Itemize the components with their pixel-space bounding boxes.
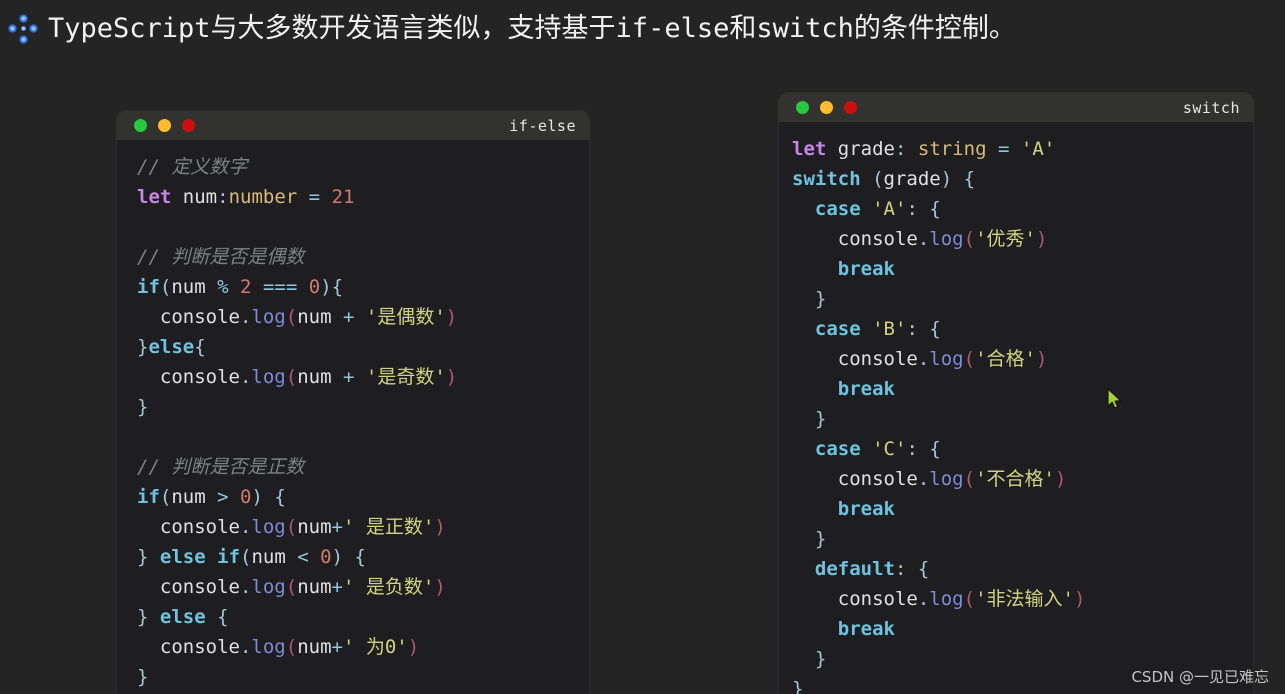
code-line: console.log('不合格'): [837, 468, 1067, 490]
code-line: }: [137, 396, 149, 418]
code-line: case 'A': {: [814, 198, 941, 220]
code-line: switch (grade) {: [792, 168, 976, 190]
code-line: // 判断是否是正数: [137, 456, 305, 478]
code-line: if(num > 0) {: [137, 486, 286, 508]
code-line: case 'C': {: [814, 438, 941, 460]
code-line: console.log(num + '是偶数'): [159, 306, 458, 328]
code-window-switch: switch let grade: string = 'A' switch (gr…: [779, 93, 1253, 694]
code-body-if-else[interactable]: // 定义数字 let num:number = 21 // 判断是否是偶数 if(…: [117, 140, 589, 692]
code-line: }: [814, 528, 827, 550]
code-line: console.log('合格'): [837, 348, 1048, 370]
code-window-if-else: if-else // 定义数字 let num:number = 21 // 判断…: [117, 111, 589, 694]
code-line: // 判断是否是偶数: [137, 246, 305, 268]
window-dot-green-icon[interactable]: [796, 101, 809, 114]
code-line: break: [837, 378, 895, 400]
window-dot-yellow-icon[interactable]: [820, 101, 833, 114]
sparkle-diamond-icon: [6, 12, 40, 46]
code-line: break: [837, 258, 895, 280]
window-dot-red-icon[interactable]: [844, 101, 857, 114]
window-titlebar: switch: [779, 93, 1253, 122]
window-titlebar: if-else: [117, 111, 589, 140]
window-dot-green-icon[interactable]: [134, 119, 147, 132]
code-line: } else {: [137, 606, 229, 628]
page-title: TypeScript与大多数开发语言类似，支持基于if-else和switch的…: [48, 12, 1016, 44]
code-line: }: [137, 666, 149, 688]
traffic-light-dots: [134, 119, 195, 132]
code-body-switch[interactable]: let grade: string = 'A' switch (grade) { …: [779, 122, 1253, 694]
code-line: console.log(num+' 是负数'): [159, 576, 446, 598]
code-line: console.log('优秀'): [837, 228, 1048, 250]
window-dot-yellow-icon[interactable]: [158, 119, 171, 132]
code-line: default: {: [814, 558, 930, 580]
code-line: }else{: [137, 336, 206, 358]
code-line: if(num % 2 === 0){: [137, 276, 344, 298]
code-line: console.log(num + '是奇数'): [159, 366, 458, 388]
window-dot-red-icon[interactable]: [182, 119, 195, 132]
window-title-if-else: if-else: [509, 116, 576, 135]
code-line: break: [837, 618, 895, 640]
code-line: // 定义数字: [137, 156, 248, 178]
code-line: } else if(num < 0) {: [137, 546, 366, 568]
code-line: let grade: string = 'A': [792, 138, 1056, 160]
header-bar: TypeScript与大多数开发语言类似，支持基于if-else和switch的…: [0, 0, 1285, 57]
traffic-light-dots: [796, 101, 857, 114]
code-line: let num:number = 21: [137, 186, 355, 208]
window-title-switch: switch: [1182, 98, 1240, 117]
watermark-text: CSDN @一见已难忘: [1131, 668, 1269, 686]
code-line: console.log('非法输入'): [837, 588, 1086, 610]
code-line: console.log(num+' 是正数'): [159, 516, 446, 538]
code-line: }: [814, 288, 827, 310]
code-line: console.log(num+' 为0'): [159, 636, 420, 658]
code-line: break: [837, 498, 895, 520]
code-line: }: [814, 408, 827, 430]
code-line: case 'B': {: [814, 318, 941, 340]
